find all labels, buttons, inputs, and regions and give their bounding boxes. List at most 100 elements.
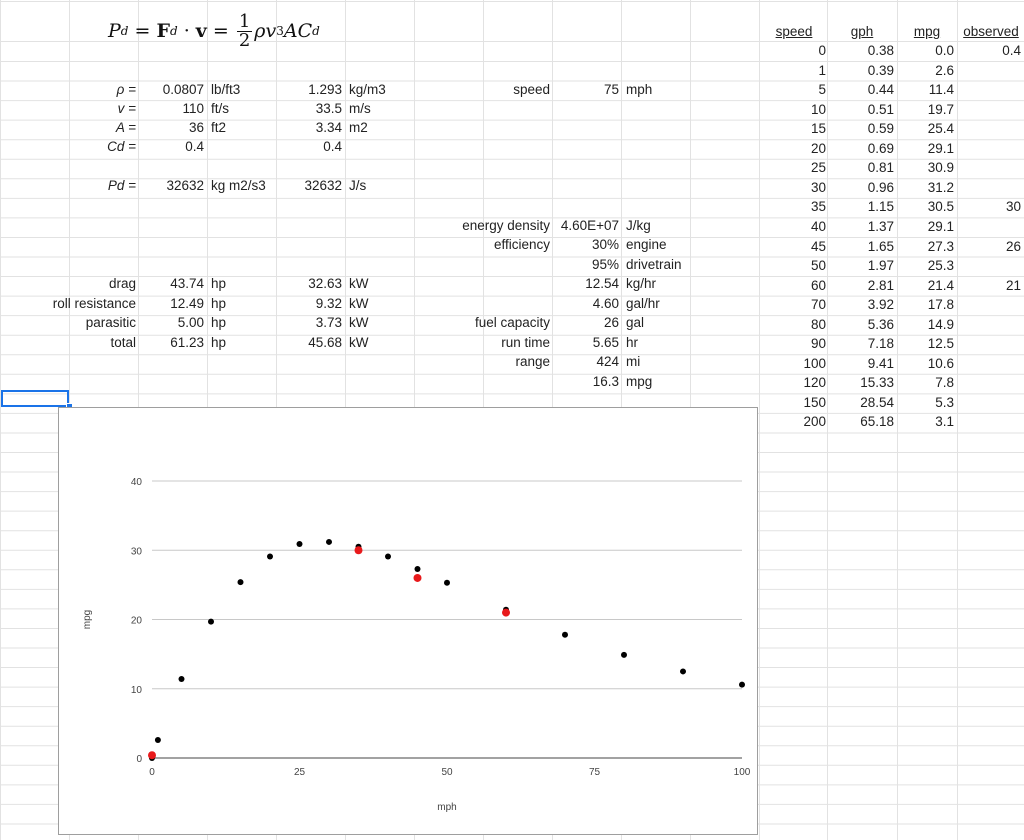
table-cell-mpg[interactable]: 5.3 xyxy=(898,393,954,412)
table-cell-speed[interactable]: 10 xyxy=(762,100,826,119)
pd-value[interactable]: 32632 xyxy=(138,176,204,195)
table-cell-observed[interactable] xyxy=(958,295,1021,314)
fuel-mass-rate-value[interactable]: 12.54 xyxy=(552,274,619,293)
table-cell-speed[interactable]: 70 xyxy=(762,295,826,314)
range-value[interactable]: 424 xyxy=(552,352,619,371)
table-cell-mpg[interactable]: 12.5 xyxy=(898,334,954,353)
roll-kw-unit[interactable]: kW xyxy=(349,294,415,313)
table-cell-gph[interactable]: 0.96 xyxy=(828,178,894,197)
area-si-value[interactable]: 3.34 xyxy=(276,118,342,137)
engine-efficiency-value[interactable]: 30% xyxy=(552,235,619,254)
table-cell-gph[interactable]: 3.92 xyxy=(828,295,894,314)
mpg-chart[interactable]: 0 10 20 30 40 0 25 50 75 100 mph mpg xyxy=(58,407,758,835)
velocity-si-unit[interactable]: m/s xyxy=(349,99,415,118)
table-cell-observed[interactable] xyxy=(958,412,1021,431)
table-cell-mpg[interactable]: 29.1 xyxy=(898,217,954,236)
speed-value[interactable]: 75 xyxy=(552,80,619,99)
drag-kw-value[interactable]: 32.63 xyxy=(276,274,342,293)
roll-hp-unit[interactable]: hp xyxy=(211,294,277,313)
table-cell-speed[interactable]: 90 xyxy=(762,334,826,353)
table-cell-observed[interactable] xyxy=(958,256,1021,275)
table-cell-observed[interactable] xyxy=(958,61,1021,80)
table-cell-gph[interactable]: 1.15 xyxy=(828,197,894,216)
engine-efficiency-unit[interactable]: engine xyxy=(626,235,690,254)
drivetrain-efficiency-unit[interactable]: drivetrain xyxy=(626,255,690,274)
total-kw-unit[interactable]: kW xyxy=(349,333,415,352)
drag-kw-unit[interactable]: kW xyxy=(349,274,415,293)
table-cell-gph[interactable]: 1.37 xyxy=(828,217,894,236)
fuel-volume-rate-unit[interactable]: gal/hr xyxy=(626,294,690,313)
pd-unit[interactable]: kg m2/s3 xyxy=(211,176,277,195)
table-cell-gph[interactable]: 0.38 xyxy=(828,41,894,60)
drag-hp-unit[interactable]: hp xyxy=(211,274,277,293)
parasitic-hp-unit[interactable]: hp xyxy=(211,313,277,332)
table-cell-speed[interactable]: 1 xyxy=(762,61,826,80)
energy-density-value[interactable]: 4.60E+07 xyxy=(552,216,619,235)
cd-value[interactable]: 0.4 xyxy=(138,137,204,156)
table-cell-observed[interactable] xyxy=(958,100,1021,119)
pd-si-unit[interactable]: J/s xyxy=(349,176,415,195)
parasitic-kw-value[interactable]: 3.73 xyxy=(276,313,342,332)
table-cell-mpg[interactable]: 17.8 xyxy=(898,295,954,314)
fuel-capacity-unit[interactable]: gal xyxy=(626,313,690,332)
total-hp-unit[interactable]: hp xyxy=(211,333,277,352)
selected-cell[interactable] xyxy=(1,390,69,407)
parasitic-hp-value[interactable]: 5.00 xyxy=(138,313,204,332)
table-cell-gph[interactable]: 0.59 xyxy=(828,119,894,138)
table-cell-observed[interactable] xyxy=(958,393,1021,412)
rho-si-value[interactable]: 1.293 xyxy=(276,80,342,99)
table-cell-mpg[interactable]: 11.4 xyxy=(898,80,954,99)
table-cell-observed[interactable] xyxy=(958,119,1021,138)
run-time-value[interactable]: 5.65 xyxy=(552,333,619,352)
table-cell-mpg[interactable]: 30.5 xyxy=(898,197,954,216)
roll-kw-value[interactable]: 9.32 xyxy=(276,294,342,313)
rho-unit[interactable]: lb/ft3 xyxy=(211,80,277,99)
table-cell-speed[interactable]: 150 xyxy=(762,393,826,412)
fuel-capacity-value[interactable]: 26 xyxy=(552,313,619,332)
table-cell-observed[interactable] xyxy=(958,178,1021,197)
area-unit[interactable]: ft2 xyxy=(211,118,277,137)
table-cell-observed[interactable] xyxy=(958,373,1021,392)
table-cell-mpg[interactable]: 0.0 xyxy=(898,41,954,60)
table-cell-gph[interactable]: 9.41 xyxy=(828,354,894,373)
table-cell-mpg[interactable]: 25.3 xyxy=(898,256,954,275)
table-cell-gph[interactable]: 65.18 xyxy=(828,412,894,431)
table-cell-observed[interactable] xyxy=(958,217,1021,236)
table-cell-mpg[interactable]: 21.4 xyxy=(898,276,954,295)
drag-hp-value[interactable]: 43.74 xyxy=(138,274,204,293)
table-cell-gph[interactable]: 2.81 xyxy=(828,276,894,295)
table-cell-mpg[interactable]: 19.7 xyxy=(898,100,954,119)
table-cell-speed[interactable]: 35 xyxy=(762,197,826,216)
table-cell-observed[interactable]: 26 xyxy=(958,237,1021,256)
run-time-unit[interactable]: hr xyxy=(626,333,690,352)
energy-density-unit[interactable]: J/kg xyxy=(626,216,690,235)
table-cell-mpg[interactable]: 2.6 xyxy=(898,61,954,80)
table-cell-observed[interactable]: 0.4 xyxy=(958,41,1021,60)
table-cell-mpg[interactable]: 3.1 xyxy=(898,412,954,431)
table-cell-gph[interactable]: 0.44 xyxy=(828,80,894,99)
table-cell-gph[interactable]: 0.51 xyxy=(828,100,894,119)
cd-si-value[interactable]: 0.4 xyxy=(276,137,342,156)
table-cell-mpg[interactable]: 10.6 xyxy=(898,354,954,373)
table-cell-mpg[interactable]: 27.3 xyxy=(898,237,954,256)
roll-hp-value[interactable]: 12.49 xyxy=(138,294,204,313)
table-cell-speed[interactable]: 20 xyxy=(762,139,826,158)
fuel-mass-rate-unit[interactable]: kg/hr xyxy=(626,274,690,293)
table-cell-speed[interactable]: 5 xyxy=(762,80,826,99)
speed-unit[interactable]: mph xyxy=(626,80,690,99)
table-cell-speed[interactable]: 0 xyxy=(762,41,826,60)
table-cell-mpg[interactable]: 30.9 xyxy=(898,158,954,177)
total-hp-value[interactable]: 61.23 xyxy=(138,333,204,352)
table-cell-observed[interactable]: 21 xyxy=(958,276,1021,295)
table-cell-gph[interactable]: 15.33 xyxy=(828,373,894,392)
table-cell-speed[interactable]: 60 xyxy=(762,276,826,295)
pd-si-value[interactable]: 32632 xyxy=(276,176,342,195)
table-cell-speed[interactable]: 25 xyxy=(762,158,826,177)
table-cell-speed[interactable]: 100 xyxy=(762,354,826,373)
table-cell-gph[interactable]: 28.54 xyxy=(828,393,894,412)
rho-si-unit[interactable]: kg/m3 xyxy=(349,80,415,99)
area-si-unit[interactable]: m2 xyxy=(349,118,415,137)
fuel-economy-unit[interactable]: mpg xyxy=(626,372,690,391)
table-cell-observed[interactable] xyxy=(958,139,1021,158)
table-cell-observed[interactable] xyxy=(958,334,1021,353)
